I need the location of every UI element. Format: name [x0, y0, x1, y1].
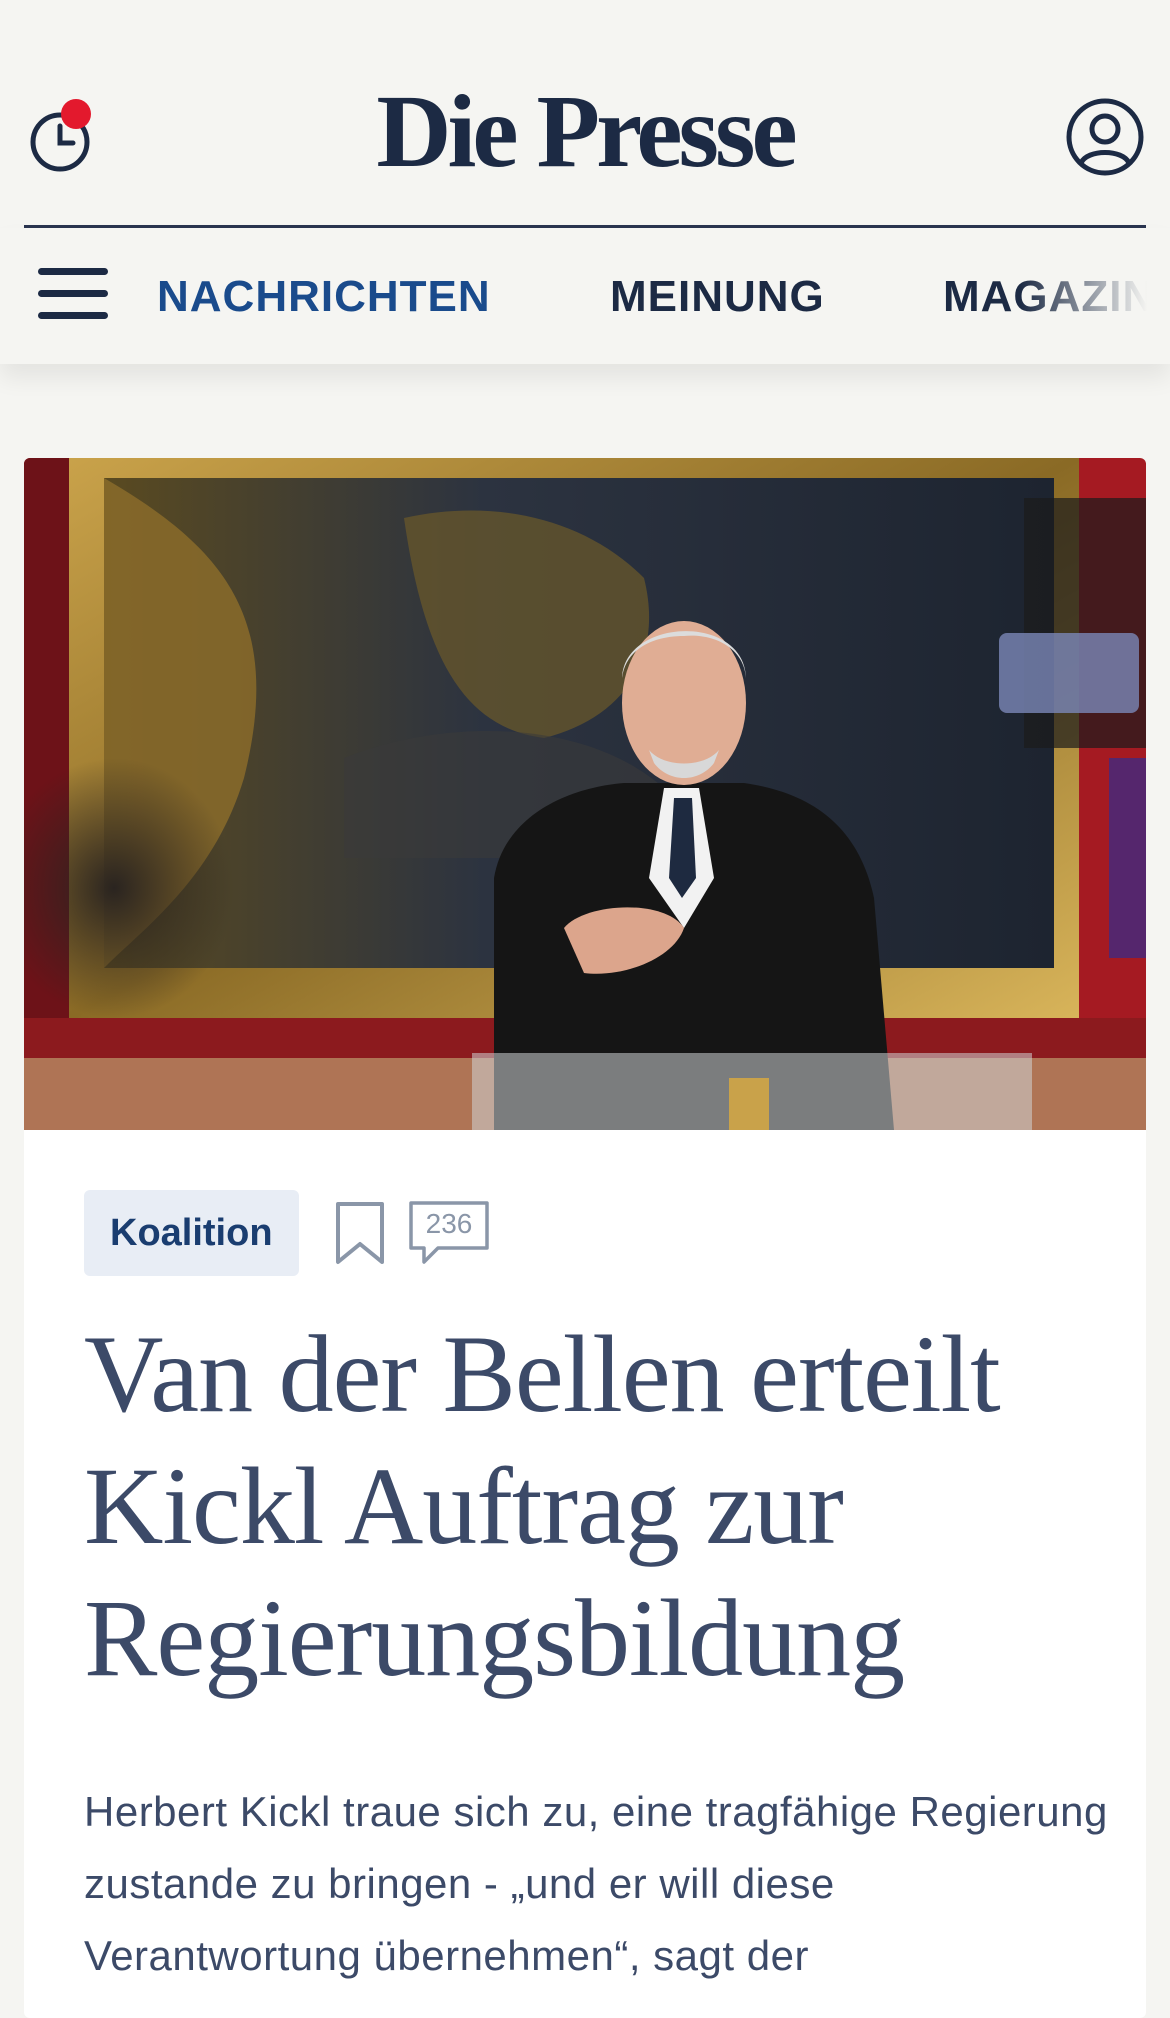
hamburger-menu-icon[interactable]: [38, 268, 108, 324]
nav-item-magazin[interactable]: MAGAZIN: [943, 272, 1155, 322]
bookmark-button[interactable]: [334, 1200, 386, 1268]
user-account-icon: [1066, 98, 1144, 176]
nav-item-nachrichten[interactable]: NACHRICHTEN: [157, 272, 491, 322]
article-lead: Herbert Kickl traue sich zu, eine tragfä…: [84, 1788, 1108, 1979]
comment-count: 236: [425, 1208, 473, 1239]
topic-tag[interactable]: Koalition: [84, 1190, 299, 1276]
site-logo[interactable]: Die Presse: [0, 80, 1170, 184]
nav-item-meinung[interactable]: MEINUNG: [610, 272, 825, 322]
article-hero-image[interactable]: [24, 458, 1146, 1130]
site-header: Die Presse: [0, 0, 1170, 228]
main-navigation: NACHRICHTEN MEINUNG MAGAZIN: [0, 228, 1170, 364]
article-headline[interactable]: Van der Bellen erteilt Kickl Auftrag zur…: [84, 1308, 1124, 1704]
account-button[interactable]: [1064, 96, 1146, 178]
comments-button[interactable]: 236: [408, 1200, 490, 1266]
bookmark-icon: [336, 1202, 384, 1264]
article-card[interactable]: Koalition 236 Van der Bellen erteilt Kic…: [24, 458, 1146, 2018]
